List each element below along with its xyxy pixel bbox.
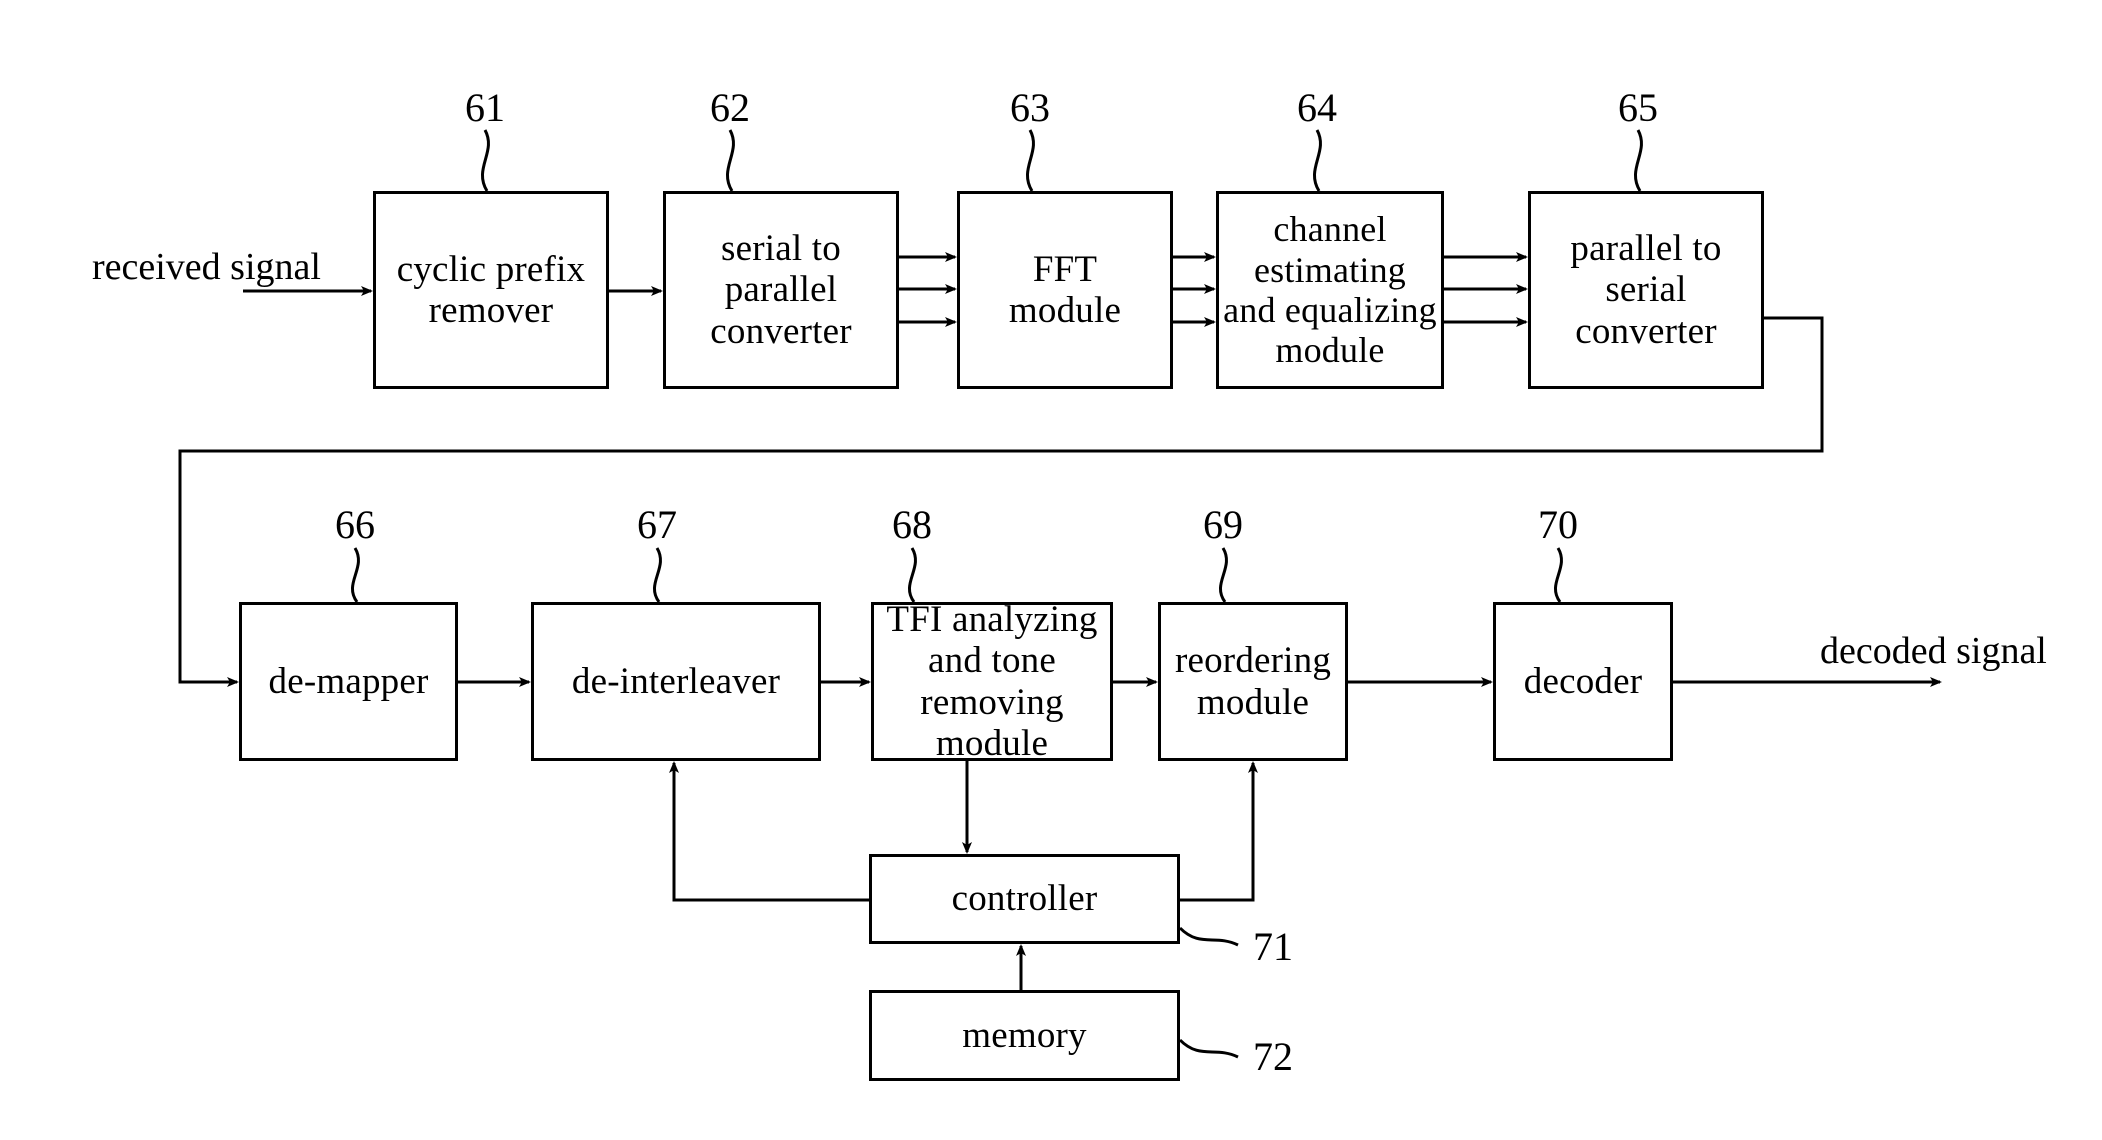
ref-numeral-62: 62 [710,85,750,130]
output-signal-label: decoded signal [1820,630,2047,672]
arrow-controller-to-69 [1180,761,1258,902]
block-71-line-1: controller [951,878,1098,920]
leader-69 [1218,547,1228,603]
block-62-line-2: parallel [724,269,838,311]
block-66-line-1: de-mapper [268,660,429,702]
ref-numeral-63: 63 [1010,85,1050,130]
block-63-line-1: FFT [1032,248,1098,290]
block-parallel-to-serial-converter[interactable]: parallel to serial converter [1528,191,1764,389]
leader-68 [907,547,917,603]
block-64-line-3: and equalizing [1223,290,1437,330]
block-69-line-1: reordering [1174,640,1332,682]
block-reordering-module[interactable]: reordering module [1158,602,1348,761]
block-68-line-3: removing module [920,681,1064,764]
block-serial-to-parallel-converter[interactable]: serial to parallel converter [663,191,899,389]
leader-61 [480,129,490,192]
ref-numeral-61: 61 [465,85,505,130]
figure-canvas: 61 62 63 64 65 66 67 68 69 70 71 72 rece… [0,0,2102,1140]
leader-67 [652,547,662,603]
leader-71 [1178,926,1239,947]
block-69-line-2: module [1196,681,1310,723]
leader-62 [725,129,735,192]
block-67-line-1: de-interleaver [571,660,781,702]
ref-numeral-65: 65 [1618,85,1658,130]
block-64-line-4: module [1275,330,1385,371]
ref-numeral-67: 67 [637,502,677,547]
block-70-line-1: decoder [1523,660,1643,702]
arrow-controller-to-67 [669,761,869,902]
block-63-line-2: module [1008,290,1122,331]
ref-numeral-71: 71 [1253,924,1293,969]
input-signal-label: received signal [92,246,321,288]
leader-65 [1633,129,1643,192]
ref-numeral-66: 66 [335,502,375,547]
block-65-line-3: converter [1575,310,1717,352]
block-65-line-2: serial [1605,269,1687,311]
block-channel-estimating-and-equalizing-module[interactable]: channel estimating and equalizing module [1216,191,1444,389]
block-72-line-1: memory [962,1014,1087,1056]
ref-numeral-69: 69 [1203,502,1243,547]
block-cyclic-prefix-remover[interactable]: cyclic prefix remover [373,191,609,389]
block-controller[interactable]: controller [869,854,1180,944]
leader-70 [1553,547,1563,603]
block-memory[interactable]: memory [869,990,1180,1081]
leader-63 [1025,129,1035,192]
block-64-line-2: estimating [1254,249,1406,290]
leader-66 [350,547,360,603]
block-fft-module[interactable]: FFT module [957,191,1173,389]
block-de-interleaver[interactable]: de-interleaver [531,602,821,761]
block-68-line-1: TFI analyzing [886,598,1098,640]
block-61-line-2: remover [428,290,554,331]
block-decoder[interactable]: decoder [1493,602,1673,761]
block-61-line-1: cyclic prefix [396,248,586,290]
ref-numeral-64: 64 [1297,85,1337,130]
ref-numeral-70: 70 [1538,502,1578,547]
block-65-line-1: parallel to [1570,227,1722,269]
block-62-line-3: converter [710,310,852,352]
block-68-line-2: and tone [928,640,1056,682]
block-64-line-1: channel [1273,209,1387,250]
connector-overlay [178,129,1942,1059]
block-tfi-analyzing-and-tone-removing-module[interactable]: TFI analyzing and tone removing module [871,598,1113,764]
ref-numeral-68: 68 [892,502,932,547]
block-62-line-1: serial to [721,227,841,269]
ref-numeral-72: 72 [1253,1034,1293,1079]
leader-72 [1178,1038,1239,1059]
leader-64 [1312,129,1322,192]
block-de-mapper[interactable]: de-mapper [239,602,458,761]
